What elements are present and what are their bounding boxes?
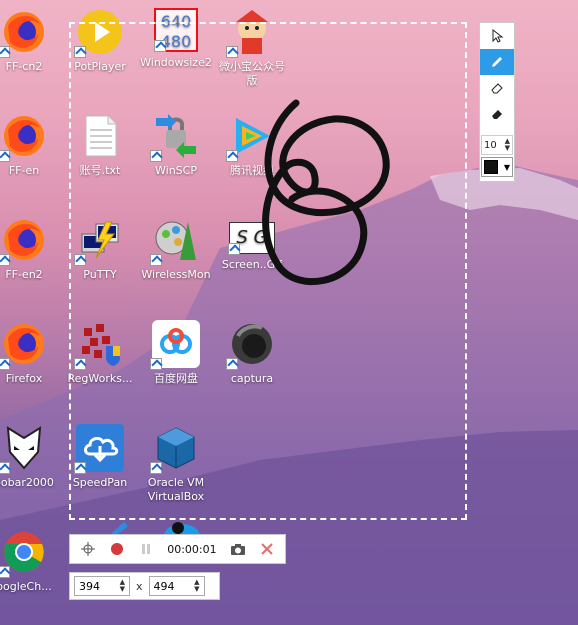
firefox-icon (0, 216, 48, 266)
desktop-icon-chrome[interactable]: oogleCh... (0, 528, 60, 594)
camera-icon (230, 544, 245, 555)
close-button[interactable] (256, 538, 277, 560)
pause-button[interactable] (136, 538, 157, 560)
height-value: 494 (153, 579, 175, 593)
shortcut-arrow-icon (0, 150, 10, 162)
shortcut-arrow-icon (0, 462, 10, 474)
shortcut-arrow-icon (0, 46, 10, 58)
eraser-fill-tool[interactable] (480, 101, 514, 127)
dropdown-arrow-icon: ▼ (503, 162, 510, 172)
desktop-icon-ff-cn2[interactable]: FF-cn2 (0, 8, 60, 74)
desktop-icon-ff-en[interactable]: FF-en (0, 112, 60, 178)
pen-icon (492, 57, 502, 67)
width-stepper-arrows-icon[interactable]: ▲ ▼ (120, 579, 125, 593)
eraser-filled-icon (492, 110, 502, 119)
height-stepper-arrows-icon[interactable]: ▲ ▼ (194, 579, 199, 593)
pen-tool[interactable] (480, 49, 514, 75)
size-separator: x (136, 579, 143, 593)
width-stepper[interactable]: 394 ▲ ▼ (74, 576, 130, 596)
record-button[interactable] (107, 538, 128, 560)
recorder-toolbar: 00:00:01 (69, 534, 286, 564)
color-swatch (484, 160, 498, 174)
snapshot-button[interactable] (227, 538, 248, 560)
stroke-color-picker[interactable]: ▼ (481, 157, 513, 177)
region-size-controls: 394 ▲ ▼ x 494 ▲ ▼ (69, 572, 220, 600)
shortcut-arrow-icon (0, 358, 10, 370)
icon-label: Firefox (5, 372, 43, 385)
firefox-icon (0, 320, 48, 370)
close-icon (260, 543, 273, 555)
icon-label: oobar2000 (0, 476, 54, 489)
pause-icon (142, 544, 151, 554)
recording-timer: 00:00:01 (167, 542, 217, 556)
stroke-width-stepper[interactable]: 10 ▲ ▼ (481, 135, 513, 155)
stroke-width-value: 10 (484, 139, 497, 151)
eraser-icon (491, 83, 503, 94)
cursor-icon (492, 29, 504, 43)
icon-label: oogleCh... (0, 580, 52, 593)
icon-label: FF-en (8, 164, 40, 177)
height-stepper[interactable]: 494 ▲ ▼ (148, 576, 205, 596)
width-value: 394 (79, 579, 100, 593)
shortcut-arrow-icon (0, 254, 10, 266)
foobar-icon (0, 424, 48, 474)
desktop-icon-ff-en2[interactable]: FF-en2 (0, 216, 60, 282)
desktop-icon-firefox[interactable]: Firefox (0, 320, 60, 386)
shortcut-arrow-icon (0, 566, 10, 578)
firefox-icon (0, 112, 48, 162)
icon-label: FF-cn2 (5, 60, 43, 73)
record-icon (111, 543, 124, 555)
chrome-icon (0, 528, 48, 578)
freehand-drawing (262, 99, 390, 286)
icon-label: FF-en2 (5, 268, 43, 281)
pointer-tool[interactable] (480, 23, 514, 49)
desktop-icon-foobar2000[interactable]: oobar2000 (0, 424, 60, 490)
eraser-tool[interactable] (480, 75, 514, 101)
crosshair-icon (81, 542, 96, 556)
crosshair-button[interactable] (78, 538, 99, 560)
firefox-icon (0, 8, 48, 58)
stepper-arrows-icon[interactable]: ▲ ▼ (505, 138, 510, 152)
drawing-tools-panel: 10 ▲ ▼ ▼ (479, 22, 515, 182)
